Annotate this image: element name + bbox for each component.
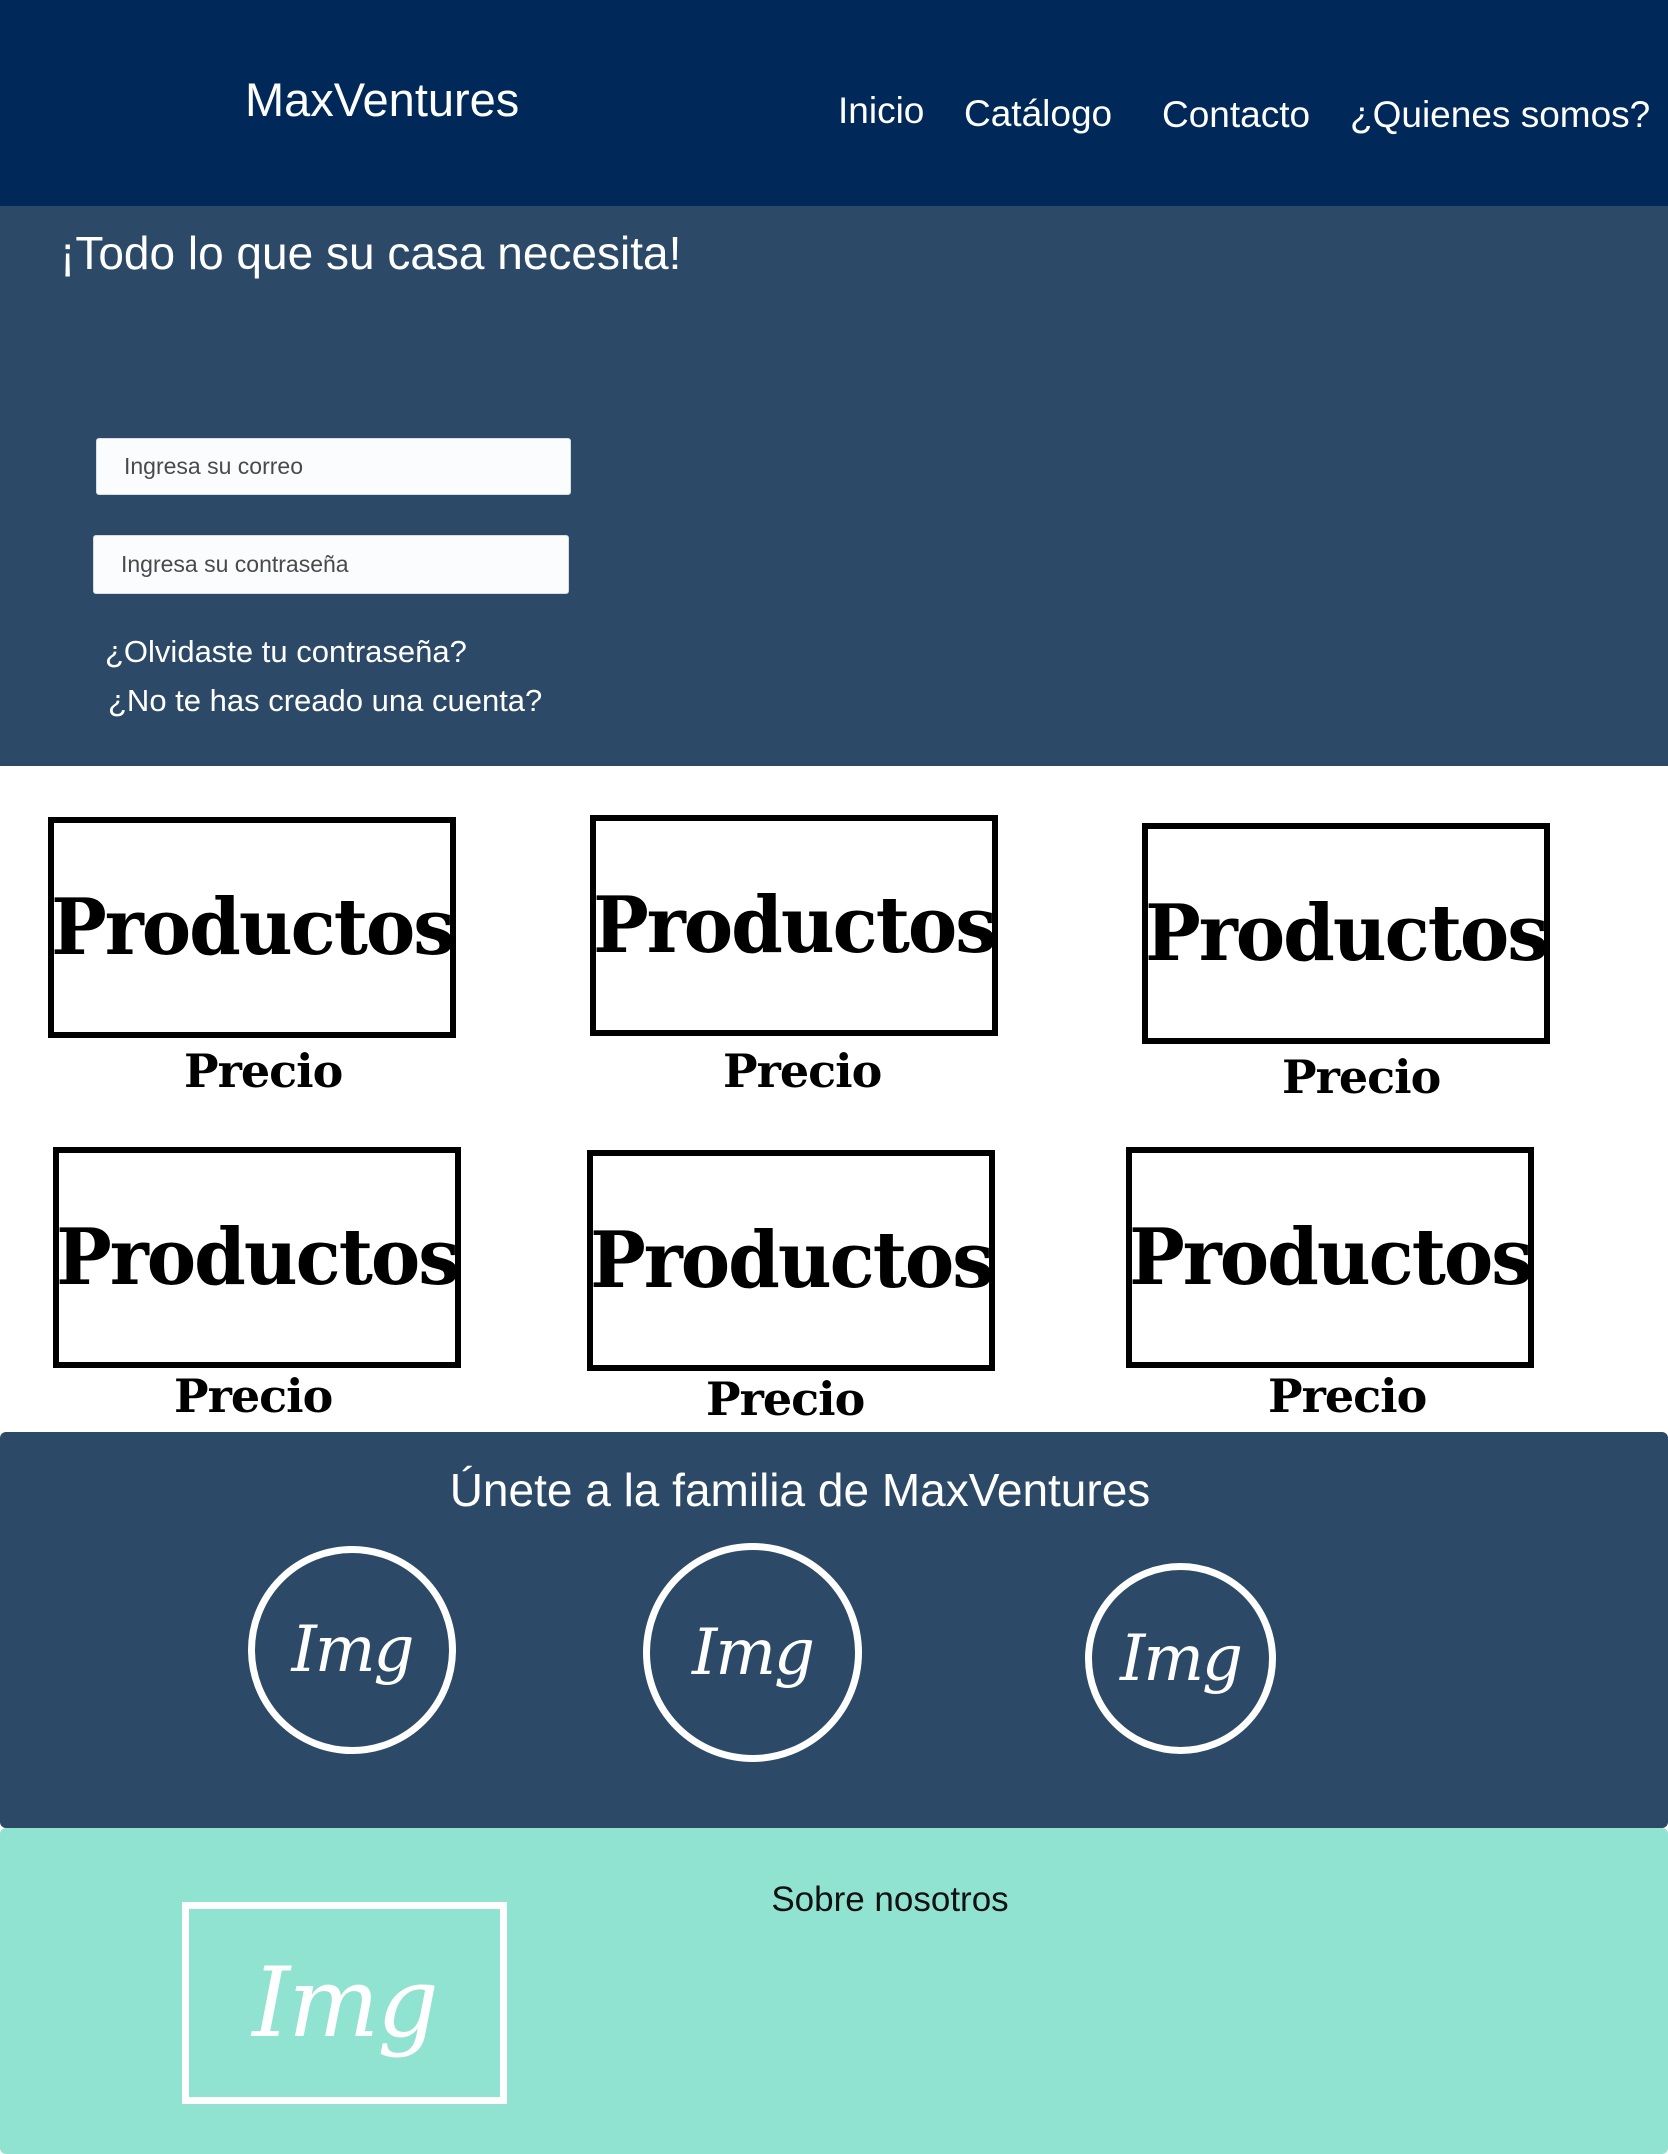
image-placeholder-label: Img bbox=[692, 1615, 815, 1690]
product-card[interactable]: Productos bbox=[48, 817, 456, 1038]
password-input[interactable] bbox=[93, 535, 569, 594]
product-label: Productos bbox=[593, 880, 997, 971]
email-input[interactable] bbox=[96, 438, 571, 495]
nav-inicio[interactable]: Inicio bbox=[838, 90, 924, 132]
product-price: Precio bbox=[174, 1369, 333, 1423]
product-label: Productos bbox=[56, 1212, 460, 1303]
forgot-password-link[interactable]: ¿Olvidaste tu contraseña? bbox=[105, 634, 467, 670]
product-price: Precio bbox=[723, 1044, 882, 1098]
image-placeholder-label: Img bbox=[252, 1947, 438, 2059]
nav-quienes-somos[interactable]: ¿Quienes somos? bbox=[1350, 94, 1650, 136]
image-placeholder-label: Img bbox=[291, 1613, 415, 1687]
product-price: Precio bbox=[706, 1372, 865, 1426]
product-price: Precio bbox=[1268, 1369, 1427, 1423]
product-label: Productos bbox=[1129, 1212, 1533, 1303]
image-placeholder-label: Img bbox=[1120, 1621, 1243, 1696]
nav-contacto[interactable]: Contacto bbox=[1162, 94, 1310, 136]
product-label: Productos bbox=[51, 882, 455, 973]
about-image: Img bbox=[182, 1902, 507, 2104]
join-image[interactable]: Img bbox=[1085, 1563, 1276, 1754]
product-card[interactable]: Productos bbox=[1142, 823, 1550, 1044]
site-logo[interactable]: MaxVentures bbox=[245, 72, 519, 127]
nav-catalogo[interactable]: Catálogo bbox=[964, 93, 1112, 135]
product-price: Precio bbox=[184, 1044, 343, 1098]
product-card[interactable]: Productos bbox=[53, 1147, 461, 1368]
product-card[interactable]: Productos bbox=[590, 815, 998, 1036]
join-image[interactable]: Img bbox=[643, 1543, 862, 1762]
join-image[interactable]: Img bbox=[248, 1546, 456, 1754]
hero-title: ¡Todo lo que su casa necesita! bbox=[60, 227, 682, 279]
product-label: Productos bbox=[1145, 888, 1549, 979]
product-label: Productos bbox=[590, 1215, 994, 1306]
create-account-link[interactable]: ¿No te has creado una cuenta? bbox=[108, 683, 542, 719]
product-card[interactable]: Productos bbox=[1126, 1147, 1534, 1368]
product-card[interactable]: Productos bbox=[587, 1150, 995, 1371]
join-title: Únete a la familia de MaxVentures bbox=[449, 1464, 1151, 1516]
product-price: Precio bbox=[1282, 1050, 1441, 1104]
